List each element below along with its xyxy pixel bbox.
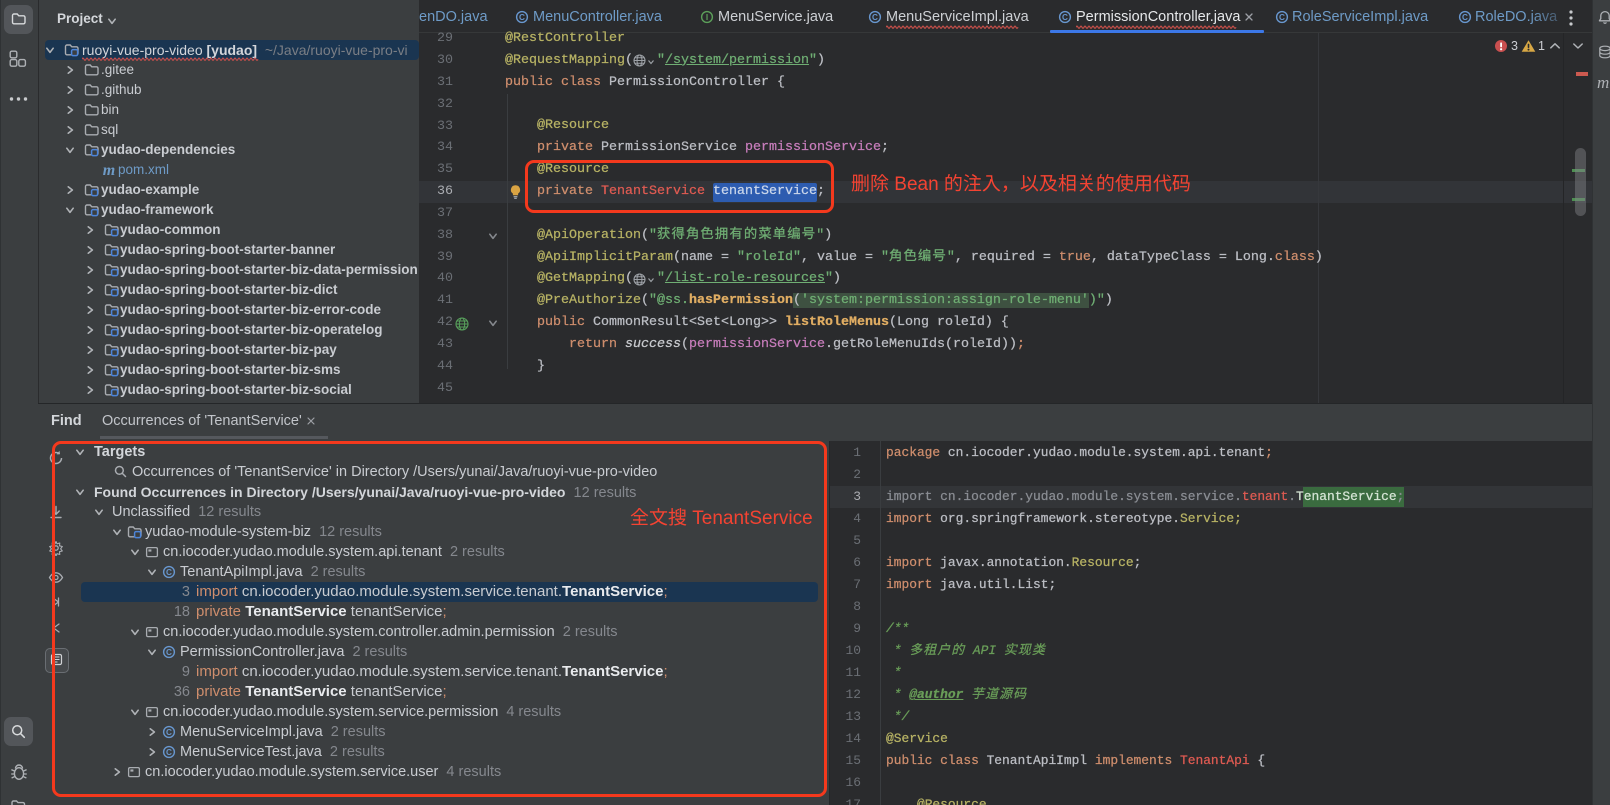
svg-text:C: C	[1279, 13, 1285, 22]
svg-text:C: C	[1462, 13, 1468, 22]
svg-text:I: I	[706, 13, 708, 22]
svg-text:m: m	[103, 162, 115, 178]
svg-text:m: m	[1597, 75, 1609, 91]
svg-text:C: C	[872, 13, 878, 22]
svg-text:C: C	[519, 13, 525, 22]
svg-text:C: C	[1062, 13, 1068, 22]
